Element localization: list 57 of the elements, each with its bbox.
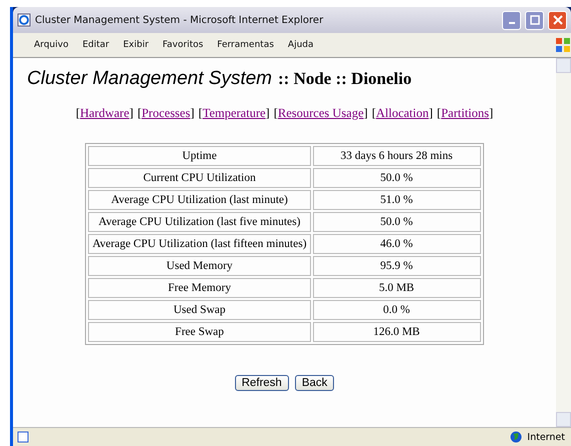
bracket: ] — [489, 106, 494, 120]
menu-item[interactable]: Ferramentas — [210, 40, 281, 50]
page-button[interactable]: Refresh — [234, 375, 289, 391]
table-cell: Uptime — [88, 146, 311, 166]
table-cell: Used Memory — [88, 256, 311, 276]
globe-icon — [510, 431, 522, 443]
table-cell: 51.0 % — [312, 190, 481, 210]
nav-link[interactable]: Processes — [142, 106, 190, 120]
browser-icon — [17, 13, 31, 27]
bracket: ] — [266, 106, 270, 120]
table-cell: 33 days 6 hours 28 mins — [312, 146, 481, 166]
table-cell: 5.0 MB — [312, 278, 481, 298]
nav-link[interactable]: Partitions — [441, 106, 490, 120]
bracket: ] — [190, 106, 194, 120]
table-cell: 0.0 % — [312, 300, 481, 320]
bracket: [ — [76, 106, 80, 120]
menu-item[interactable]: Editar — [75, 40, 116, 50]
windows-logo-icon — [555, 37, 571, 53]
nav-link[interactable]: Resources Usage — [278, 106, 364, 120]
table-cell: Current CPU Utilization — [88, 168, 311, 188]
bracket: ] — [428, 106, 433, 120]
close-button[interactable] — [548, 10, 567, 30]
page-icon — [17, 431, 29, 443]
bracket: [ — [137, 106, 142, 120]
menu-item[interactable]: Favoritos — [156, 40, 210, 50]
zone-label: Internet — [527, 432, 565, 442]
table-cell: Average CPU Utilization (last minute) — [88, 190, 311, 210]
nav-link[interactable]: Temperature — [202, 106, 266, 120]
maximize-icon — [530, 15, 540, 25]
minimize-button[interactable] — [502, 10, 521, 30]
table-cell: 50.0 % — [312, 168, 481, 188]
bracket: ] — [364, 106, 368, 120]
close-icon — [552, 15, 562, 25]
table-cell: 46.0 % — [312, 234, 481, 254]
bracket: [ — [372, 106, 376, 120]
menu-item[interactable]: Exibir — [116, 40, 156, 50]
bracket: [ — [436, 106, 442, 120]
bracket: [ — [198, 106, 203, 120]
table-cell: 50.0 % — [312, 212, 481, 232]
page-title: Cluster Management System — [27, 68, 272, 90]
nav-link[interactable]: Hardware — [80, 106, 130, 120]
table-cell: Free Memory — [88, 278, 311, 298]
menu-item[interactable]: Ajuda — [280, 40, 320, 50]
table-cell: 126.0 MB — [312, 322, 481, 342]
table-cell: Average CPU Utilization (last fifteen minutes) — [88, 234, 311, 254]
table-cell: Free Swap — [88, 322, 311, 342]
table-cell: Average CPU Utilization (last five minutes) — [88, 212, 311, 232]
page-button[interactable]: Back — [294, 375, 334, 391]
window-title: Cluster Management System - Microsoft Internet Explorer — [35, 14, 324, 26]
bracket: [ — [274, 106, 278, 120]
table-cell: 95.9 % — [312, 256, 481, 276]
maximize-button[interactable] — [525, 10, 544, 30]
table-cell: Used Swap — [88, 300, 311, 320]
nav-link[interactable]: Allocation — [376, 106, 429, 120]
menu-item[interactable]: Arquivo — [27, 40, 76, 50]
bracket: ] — [129, 106, 134, 120]
page-subtitle: :: Node :: Dionelio — [278, 69, 412, 89]
